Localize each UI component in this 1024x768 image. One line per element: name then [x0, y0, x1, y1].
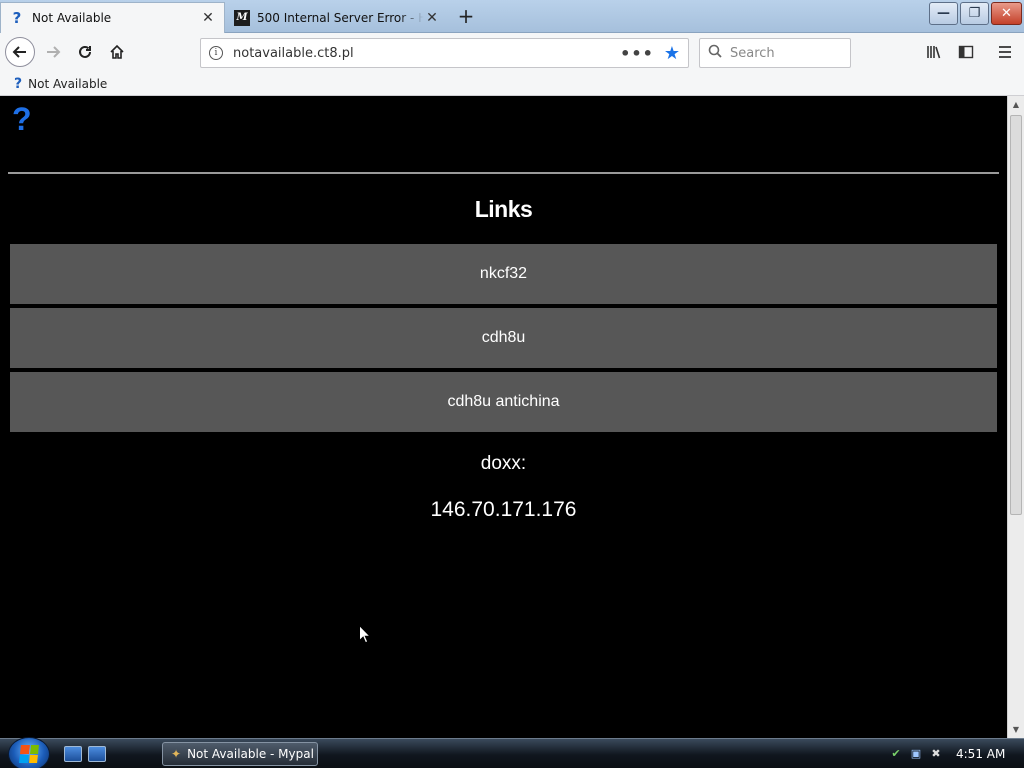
- question-favicon-icon: ?: [12, 9, 22, 27]
- vertical-scrollbar[interactable]: ▲ ▼: [1007, 96, 1024, 738]
- home-icon[interactable]: [102, 37, 132, 67]
- bookmark-star-icon[interactable]: ★: [664, 43, 680, 64]
- question-bookmark-icon: ?: [14, 76, 23, 92]
- scroll-up-arrow-icon[interactable]: ▲: [1008, 96, 1024, 113]
- tab-close-icon[interactable]: ✕: [200, 10, 216, 26]
- m-favicon-icon: M: [234, 9, 250, 26]
- bookmark-not-available[interactable]: ? Not Available: [14, 76, 107, 92]
- doxx-label: doxx:: [480, 453, 527, 474]
- search-bar[interactable]: Search: [699, 38, 851, 68]
- site-logo-question-icon: ?: [12, 101, 32, 137]
- doxx-value: 146.70.171.176: [430, 498, 577, 521]
- taskbar-item-mypal[interactable]: ✦ Not Available - Mypal: [162, 742, 318, 766]
- minimize-button[interactable]: —: [929, 2, 958, 25]
- search-icon: [708, 44, 722, 62]
- tab-strip: ? Not Available ✕ M 500 Internal Server …: [0, 0, 1024, 33]
- back-arrow-icon[interactable]: [5, 37, 35, 67]
- library-icon[interactable]: [923, 41, 945, 63]
- bookmark-label: Not Available: [28, 77, 108, 91]
- link-button-cdh8u-antichina[interactable]: cdh8u antichina: [10, 372, 997, 432]
- url-bar[interactable]: i notavailable.ct8.pl ••• ★: [200, 38, 689, 68]
- system-tray: ✔ ▣ ✖ 4:51 AM: [888, 739, 1005, 768]
- horizontal-divider: [8, 172, 999, 174]
- tab-500-error[interactable]: M 500 Internal Server Error - HTTP ✕: [226, 2, 448, 33]
- switch-windows-icon[interactable]: [88, 746, 106, 762]
- safely-remove-hardware-icon[interactable]: ✔: [888, 746, 904, 762]
- new-tab-plus-icon[interactable]: +: [455, 5, 477, 27]
- page-content: ? Links nkcf32 cdh8u cdh8u antichina dox…: [0, 96, 1007, 738]
- links-heading: Links: [474, 196, 533, 222]
- site-info-icon[interactable]: i: [209, 46, 223, 60]
- tab-title: 500 Internal Server Error - HTTP: [257, 10, 424, 25]
- page-actions-icon[interactable]: •••: [620, 44, 654, 63]
- window-controls: — ❐ ✕: [927, 2, 1022, 25]
- bookmarks-toolbar: ? Not Available: [0, 73, 1024, 96]
- link-button-nkcf32[interactable]: nkcf32: [10, 244, 997, 304]
- clock[interactable]: 4:51 AM: [956, 747, 1005, 761]
- link-button-cdh8u[interactable]: cdh8u: [10, 308, 997, 368]
- mypal-app-icon: ✦: [171, 747, 182, 761]
- forward-arrow-icon[interactable]: [38, 37, 68, 67]
- volume-muted-icon[interactable]: ✖: [928, 746, 944, 762]
- close-window-button[interactable]: ✕: [991, 2, 1022, 25]
- hamburger-menu-icon[interactable]: [994, 41, 1016, 63]
- url-text[interactable]: notavailable.ct8.pl: [233, 46, 620, 61]
- scroll-thumb[interactable]: [1010, 115, 1022, 515]
- taskbar-item-label: Not Available - Mypal: [187, 747, 314, 761]
- sidebar-icon[interactable]: [955, 41, 977, 63]
- start-button-windows-icon[interactable]: [8, 737, 50, 768]
- maximize-button[interactable]: ❐: [960, 2, 989, 25]
- windows-taskbar: ✦ Not Available - Mypal ✔ ▣ ✖ 4:51 AM: [0, 737, 1024, 768]
- tab-title: Not Available: [32, 11, 112, 25]
- tab-close-icon[interactable]: ✕: [424, 10, 440, 26]
- tab-not-available[interactable]: ? Not Available ✕: [0, 2, 225, 33]
- scroll-down-arrow-icon[interactable]: ▼: [1008, 721, 1024, 738]
- network-icon[interactable]: ▣: [908, 746, 924, 762]
- reload-icon[interactable]: [70, 37, 100, 67]
- search-placeholder[interactable]: Search: [730, 46, 775, 61]
- show-desktop-icon[interactable]: [64, 746, 82, 762]
- navigation-toolbar: i notavailable.ct8.pl ••• ★ Search: [0, 33, 1024, 73]
